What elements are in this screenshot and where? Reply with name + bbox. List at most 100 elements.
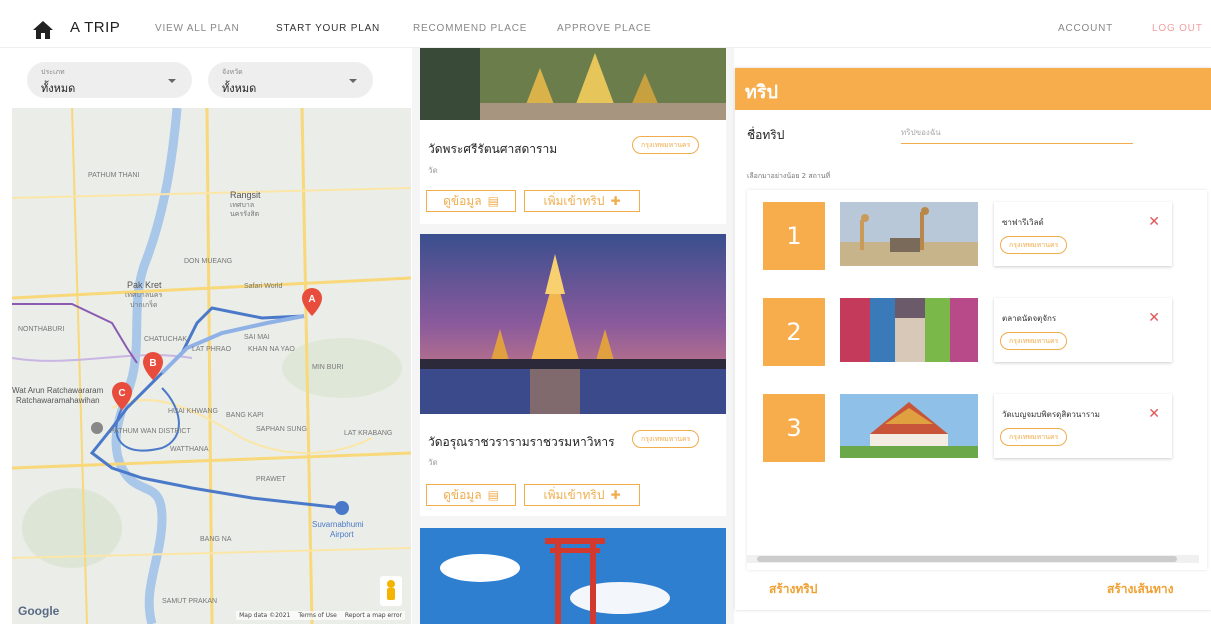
trip-title: ทริป: [745, 82, 778, 103]
trip-item-number: 3: [763, 394, 825, 462]
place-card: [420, 528, 726, 624]
province-chip: กรุงเทพมหานคร: [632, 136, 700, 154]
map-label: DON MUEANG: [184, 258, 233, 265]
place-type: วัด: [428, 458, 438, 467]
place-photo: [420, 234, 726, 414]
trip-item-name: วัดเบญจมบพิตรดุสิตวนาราม: [1002, 410, 1100, 419]
scrollbar-thumb[interactable]: [757, 556, 1177, 562]
map-label: Ratchawaramahawihan: [16, 396, 100, 405]
logout-link[interactable]: LOG OUT: [1152, 23, 1203, 34]
remove-icon[interactable]: ✕: [1148, 310, 1160, 326]
map-label: CHATUCHAK: [144, 336, 188, 343]
nav-start-your-plan[interactable]: START YOUR PLAN: [276, 23, 380, 34]
street-view-pegman-icon[interactable]: [380, 576, 402, 606]
map-label: ปากเกร็ด: [130, 302, 158, 309]
top-navigation: A TRIP VIEW ALL PLAN START YOUR PLAN REC…: [0, 0, 1211, 48]
remove-icon[interactable]: ✕: [1148, 214, 1160, 230]
plus-icon: ✚: [610, 488, 621, 502]
trip-items-list[interactable]: 1 ซาฟารีเวิลด์ กรุงเทพมหานคร ✕ 2 ตลาดนัด…: [747, 190, 1207, 570]
map-label: LAT KRABANG: [344, 430, 393, 437]
place-list[interactable]: วัดพระศรีรัตนศาสดาราม วัด กรุงเทพมหานคร …: [412, 48, 734, 624]
map-label: SAMUT PRAKAN: [162, 598, 218, 605]
route-map[interactable]: A B C Pak Kret เทศบาลนคร ปากเกร็ด Rangsi…: [12, 108, 411, 624]
category-select-value: ทั้งหมด: [41, 82, 76, 95]
trip-name-label: ชื่อทริป: [747, 128, 785, 142]
place-card: วัดอรุณราชวรารามราชวรมหาวิหาร วัด กรุงเท…: [420, 234, 726, 516]
add-to-trip-button[interactable]: เพิ่มเข้าทริป ✚: [524, 484, 640, 506]
svg-text:B: B: [149, 358, 156, 369]
svg-text:A: A: [308, 294, 315, 305]
map-label: LAT PHRAO: [192, 346, 232, 353]
add-to-trip-button[interactable]: เพิ่มเข้าทริป ✚: [524, 190, 640, 212]
map-footer: Map data ©2021 Terms of Use Report a map…: [236, 611, 405, 620]
trip-item-photo: [840, 298, 978, 362]
add-to-trip-button-label: เพิ่มเข้าทริป: [543, 193, 605, 208]
map-label: PATHUM THANI: [88, 172, 140, 179]
nav-recommend-place[interactable]: RECOMMEND PLACE: [413, 23, 527, 34]
map-marker-icon: [91, 422, 103, 434]
terms-of-use-link[interactable]: Terms of Use: [298, 612, 336, 619]
map-label: Safari World: [244, 283, 283, 290]
trip-item-name: ตลาดนัดจตุจักร: [1002, 314, 1057, 323]
nav-approve-place[interactable]: APPROVE PLACE: [557, 23, 651, 34]
map-label: MIN BURI: [312, 364, 344, 371]
create-route-button[interactable]: สร้างเส้นทาง: [1107, 580, 1174, 599]
map-label: BANG NA: [200, 536, 232, 543]
map-canvas: A B C: [12, 108, 411, 624]
province-chip: กรุงเทพมหานคร: [1000, 236, 1068, 254]
svg-text:C: C: [118, 388, 125, 399]
horizontal-scrollbar[interactable]: [747, 555, 1199, 563]
airport-icon: [335, 501, 349, 515]
map-label: NONTHABURI: [18, 326, 65, 333]
map-label: SAI MAI: [244, 334, 270, 341]
map-label: BANG KAPI: [226, 412, 264, 419]
place-card: วัดพระศรีรัตนศาสดาราม วัด กรุงเทพมหานคร …: [420, 48, 726, 224]
view-info-button[interactable]: ดูข้อมูล ▤: [426, 484, 516, 506]
info-doc-icon: ▤: [487, 194, 499, 208]
report-map-error-link[interactable]: Report a map error: [345, 612, 402, 619]
place-name: วัดอรุณราชวรารามราชวรมหาวิหาร: [428, 435, 615, 449]
place-name: วัดพระศรีรัตนศาสดาราม: [428, 142, 558, 156]
place-type: วัด: [428, 166, 438, 175]
nav-view-all-plan[interactable]: VIEW ALL PLAN: [155, 23, 240, 34]
trip-item-card: วัดเบญจมบพิตรดุสิตวนาราม กรุงเทพมหานคร ✕: [994, 394, 1172, 458]
map-panel: ประเภท ทั้งหมด จังหวัด ทั้งหมด A B C Pak…: [12, 52, 411, 624]
category-select-label: ประเภท: [41, 68, 65, 76]
map-label: PATHUM WAN DISTRICT: [110, 428, 191, 435]
place-photo: [420, 48, 726, 120]
map-label: Airport: [330, 530, 354, 539]
trip-name-input[interactable]: ทริปของฉัน: [901, 126, 1133, 144]
map-label: Suvarnabhumi: [312, 520, 364, 529]
view-info-button-label: ดูข้อมูล: [443, 193, 482, 208]
trip-item-card: ซาฟารีเวิลด์ กรุงเทพมหานคร ✕: [994, 202, 1172, 266]
map-label: WATTHANA: [170, 446, 209, 453]
trip-item-photo: [840, 394, 978, 458]
plus-icon: ✚: [610, 194, 621, 208]
view-info-button-label: ดูข้อมูล: [443, 487, 482, 502]
add-to-trip-button-label: เพิ่มเข้าทริป: [543, 487, 605, 502]
province-select[interactable]: จังหวัด ทั้งหมด: [208, 62, 373, 98]
trip-item-number: 2: [763, 298, 825, 366]
brand-name[interactable]: A TRIP: [70, 19, 120, 36]
remove-icon[interactable]: ✕: [1148, 406, 1160, 422]
trip-hint: เลือกมาอย่างน้อย 2 สถานที่: [747, 172, 831, 180]
view-info-button[interactable]: ดูข้อมูล ▤: [426, 190, 516, 212]
category-select[interactable]: ประเภท ทั้งหมด: [27, 62, 192, 98]
map-label: Pak Kret: [127, 280, 162, 290]
trip-item-photo: [840, 202, 978, 266]
province-chip: กรุงเทพมหานคร: [632, 430, 700, 448]
province-select-value: ทั้งหมด: [222, 82, 257, 95]
nav-account[interactable]: ACCOUNT: [1058, 23, 1113, 34]
info-doc-icon: ▤: [487, 488, 499, 502]
chevron-down-icon: [349, 79, 357, 83]
filter-bar: ประเภท ทั้งหมด จังหวัด ทั้งหมด: [12, 52, 411, 108]
map-label: PRAWET: [256, 476, 286, 483]
map-label: นครรังสิต: [230, 211, 260, 218]
map-label: Wat Arun Ratchawararam: [12, 386, 104, 395]
map-label: SAPHAN SUNG: [256, 426, 307, 433]
trip-item-name: ซาฟารีเวิลด์: [1002, 218, 1044, 227]
map-label: HUAI KHWANG: [168, 408, 218, 415]
create-trip-button[interactable]: สร้างทริป: [769, 580, 817, 599]
home-icon[interactable]: [32, 20, 54, 40]
google-logo: Google: [18, 604, 60, 618]
